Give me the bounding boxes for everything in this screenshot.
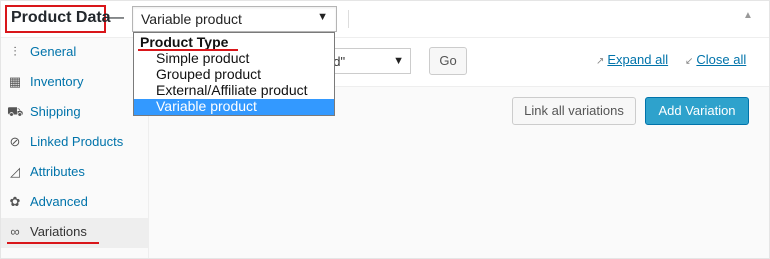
tab-label: Inventory (30, 74, 84, 89)
product-type-value: Variable product (141, 11, 242, 27)
tab-label: Linked Products (30, 134, 124, 149)
tab-general[interactable]: ⫶ General (1, 38, 148, 68)
annotation-underline (7, 242, 99, 244)
expand-all-label: Expand all (607, 52, 669, 67)
tab-label: Variations (30, 224, 87, 239)
option-label: Grouped product (156, 66, 262, 82)
link-all-variations-button[interactable]: Link all variations (512, 97, 636, 125)
inventory-icon: ▦ (8, 74, 22, 89)
tab-variations[interactable]: ∞ Variations (1, 218, 148, 248)
title-separator: — (108, 9, 124, 26)
product-data-panel: Product Data — Variable product ▼ ▲ ⫶ Ge… (0, 0, 770, 259)
gear-icon: ✿ (9, 194, 21, 209)
tab-attributes[interactable]: ◿ Attributes (1, 158, 148, 188)
close-all-link[interactable]: ↙ Close all (685, 52, 746, 67)
link-icon: ⊘ (9, 134, 21, 149)
collapse-toggle-icon[interactable]: ▲ (743, 10, 753, 21)
dropdown-arrow-icon: ▼ (317, 11, 328, 23)
tab-label: Advanced (30, 194, 88, 209)
add-variation-button[interactable]: Add Variation (645, 97, 749, 125)
option-simple-product[interactable]: Simple product (134, 50, 334, 67)
attributes-icon: ◿ (10, 164, 20, 179)
tab-label: Shipping (30, 104, 81, 119)
collapse-icon: ↙ (685, 56, 694, 67)
panel-title: Product Data (11, 9, 111, 26)
product-data-tabs: ⫶ General ▦ Inventory ⛟ Shipping ⊘ Linke… (1, 38, 149, 258)
general-icon: ⫶ (13, 44, 17, 59)
tab-label: General (30, 44, 77, 59)
tab-label: Attributes (30, 164, 85, 179)
optgroup-label: Product Type (140, 34, 229, 50)
go-button[interactable]: Go (429, 47, 467, 75)
tab-advanced[interactable]: ✿ Advanced (1, 188, 148, 218)
option-label: Variable product (156, 98, 257, 114)
product-type-dropdown: Product Type Simple product Grouped prod… (133, 32, 335, 116)
option-variable-product[interactable]: Variable product (134, 98, 334, 115)
expand-all-link[interactable]: ↗ Expand all (596, 52, 668, 67)
option-label: Simple product (156, 50, 250, 66)
tab-inventory[interactable]: ▦ Inventory (1, 68, 148, 98)
truck-icon: ⛟ (7, 104, 24, 119)
tab-linked-products[interactable]: ⊘ Linked Products (1, 128, 148, 158)
tab-shipping[interactable]: ⛟ Shipping (1, 98, 148, 128)
option-external-affiliate-product[interactable]: External/Affiliate product (134, 82, 334, 99)
product-type-select[interactable]: Variable product ▼ (132, 6, 337, 32)
divider (348, 10, 349, 28)
dropdown-arrow-icon: ▼ (393, 55, 404, 67)
option-grouped-product[interactable]: Grouped product (134, 66, 334, 83)
option-label: External/Affiliate product (156, 82, 308, 98)
close-all-label: Close all (696, 52, 747, 67)
expand-icon: ↗ (596, 56, 605, 67)
variations-icon: ∞ (10, 224, 20, 239)
panel-header: Product Data — Variable product ▼ ▲ (1, 1, 769, 38)
